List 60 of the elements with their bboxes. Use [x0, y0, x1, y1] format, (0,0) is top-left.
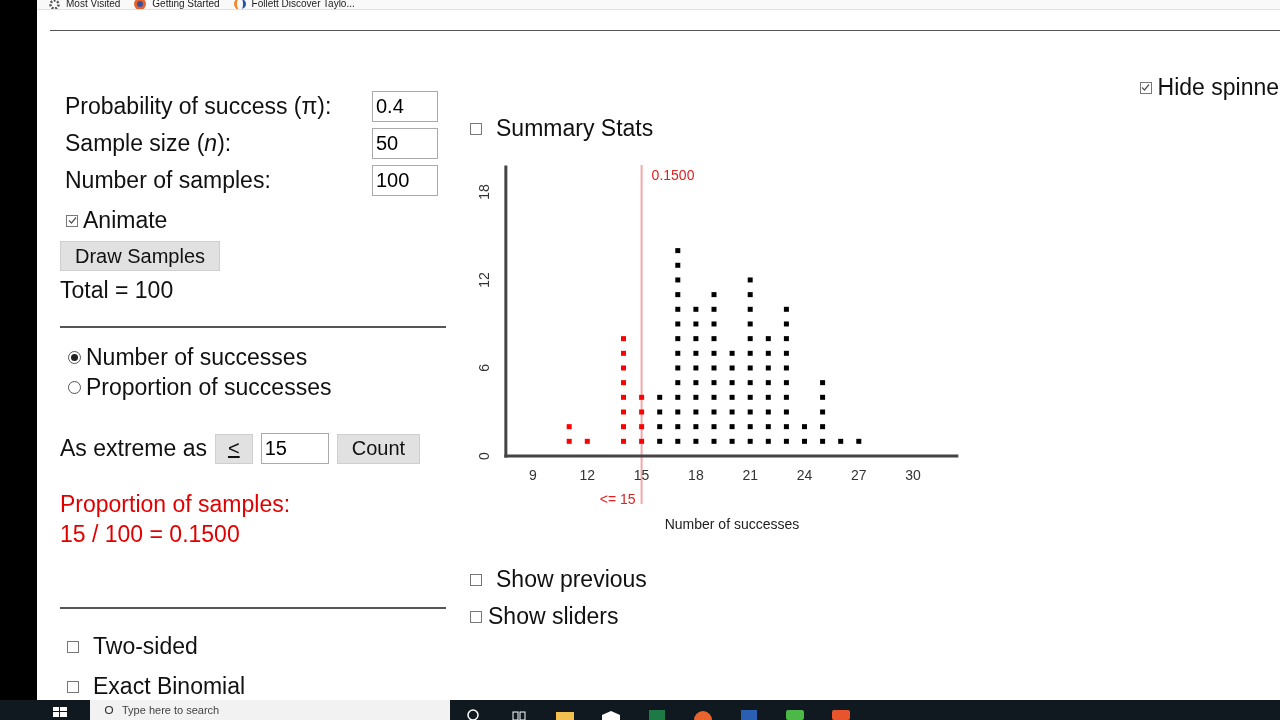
- x-tick-label: 15: [633, 467, 650, 483]
- radio-label: Number of successes: [86, 344, 308, 371]
- bookmark[interactable]: Follett Discover Taylo...: [233, 0, 355, 9]
- x-tick-label: 9: [529, 467, 537, 483]
- bookmark[interactable]: Most Visited: [49, 0, 121, 9]
- envelope-icon[interactable]: [602, 711, 620, 720]
- radio-button[interactable]: [68, 381, 81, 394]
- field-label: Sample size (n):: [65, 130, 232, 157]
- search-icon: [104, 705, 114, 715]
- checkbox[interactable]: [66, 214, 78, 227]
- input-field[interactable]: 100: [372, 165, 438, 196]
- checkbox[interactable]: [1139, 81, 1152, 94]
- x-tick-label: 21: [742, 467, 758, 483]
- gear-icon: [49, 0, 60, 9]
- proportion-heading: Proportion of samples:: [60, 490, 292, 519]
- field-label: Number of samples:: [65, 167, 271, 194]
- proportion-result: 15 / 100 = 0.1500: [60, 520, 241, 549]
- checkbox[interactable]: [67, 640, 79, 653]
- task-view-icon[interactable]: [512, 710, 526, 720]
- swirl-icon: [233, 0, 246, 9]
- radio-button[interactable]: [68, 351, 81, 364]
- proportion-label: 0.1500: [651, 167, 695, 183]
- checkbox-label: Summary Stats: [496, 115, 654, 142]
- x-tick-label: 24: [796, 467, 813, 483]
- x-tick-label: 27: [851, 467, 867, 483]
- field-label: Probability of success (π):: [65, 93, 332, 120]
- checkbox-label: Animate: [83, 207, 168, 234]
- folder-icon[interactable]: [556, 711, 574, 720]
- cutoff-label: <= 15: [599, 491, 636, 507]
- x-axis-title: Number of successes: [664, 516, 800, 532]
- input-field[interactable]: 0.4: [372, 91, 438, 122]
- checkbox[interactable]: [470, 610, 482, 623]
- total-text: Total = 100: [60, 277, 175, 304]
- radio-label: Proportion of successes: [86, 374, 332, 401]
- browser-icon[interactable]: [694, 710, 712, 720]
- checkbox-label: Hide spinne: [1157, 74, 1279, 101]
- draw-samples-button[interactable]: Draw Samples: [60, 241, 221, 271]
- checkbox-label: Exact Binomial: [93, 673, 246, 700]
- extreme-label: As extreme as: [60, 435, 207, 462]
- checkbox[interactable]: [67, 680, 79, 693]
- checkbox-label: Show previous: [496, 566, 647, 593]
- direction-button[interactable]: <: [215, 433, 253, 464]
- checkbox[interactable]: [470, 573, 482, 586]
- input-field[interactable]: 50: [372, 128, 438, 159]
- checkbox-label: Two-sided: [93, 633, 198, 660]
- count-button[interactable]: Count: [336, 433, 421, 464]
- x-tick-label: 18: [688, 467, 704, 483]
- search-field[interactable]: Type here to search: [90, 700, 450, 720]
- checkbox[interactable]: [470, 122, 482, 135]
- checkbox-label: Show sliders: [488, 603, 619, 630]
- y-tick-label: 12: [476, 272, 492, 288]
- bookmark[interactable]: Getting Started: [134, 0, 220, 9]
- search-icon[interactable]: [466, 708, 480, 720]
- x-tick-label: 30: [905, 467, 921, 483]
- x-tick-label: 12: [579, 467, 596, 483]
- y-tick-label: 18: [476, 184, 492, 200]
- cutoff-field[interactable]: 15: [260, 433, 329, 464]
- globe-icon: [134, 0, 147, 9]
- y-tick-label: 6: [476, 364, 492, 372]
- y-tick-label: 0: [476, 452, 492, 460]
